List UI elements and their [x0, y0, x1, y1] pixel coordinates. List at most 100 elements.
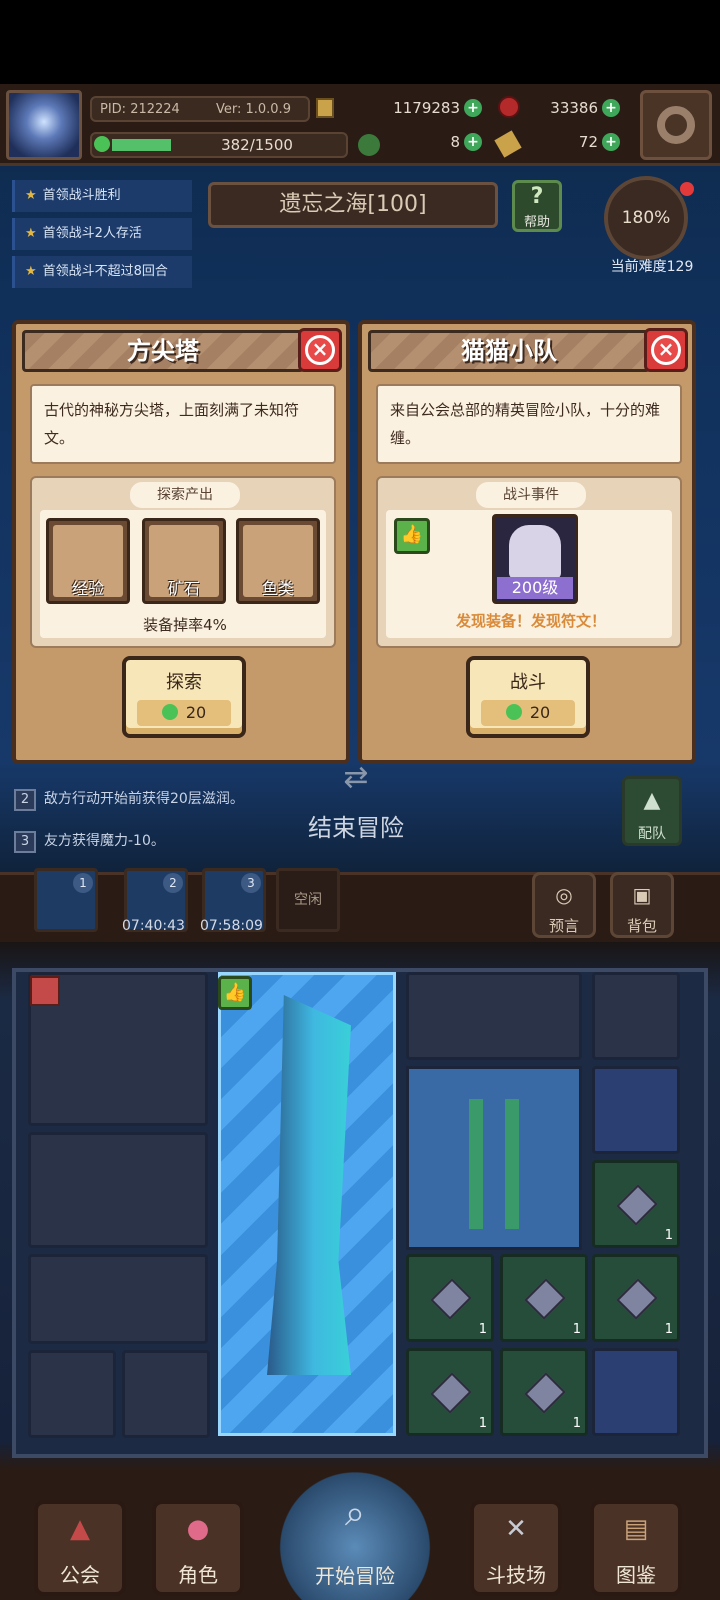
gem-amount: 33386 [550, 99, 598, 117]
battle-marker-icon [30, 976, 60, 1006]
ore-tile[interactable]: 1 [500, 1348, 588, 1436]
task-label: 首领战斗胜利 [42, 188, 121, 203]
team-button[interactable]: ▲ 配队 [622, 776, 682, 846]
ore-tile[interactable]: 1 [406, 1348, 494, 1436]
thumbs-up-icon: 👍 [218, 976, 252, 1010]
ore-tile[interactable]: 1 [406, 1254, 494, 1342]
nav-label: 公会 [60, 1563, 100, 1587]
character-icon: ● [186, 1514, 210, 1544]
tile-count: 1 [478, 1416, 487, 1431]
slot-number: 2 [163, 873, 183, 893]
explore-label: 探索 [166, 672, 202, 693]
nav-guild[interactable]: ▲ 公会 [34, 1500, 126, 1596]
explore-button[interactable]: 探索 20 [122, 656, 246, 738]
task-item[interactable]: ★ 首领战斗胜利 [12, 180, 192, 212]
coral-tile[interactable] [406, 1066, 582, 1250]
task-label: 首领战斗不超过8回合 [42, 264, 168, 279]
obelisk-icon [267, 995, 351, 1375]
event-panel-cat-squad: 猫猫小队 × 来自公会总部的精英冒险小队，十分的难缠。 战斗事件 👍 200级 … [358, 320, 696, 764]
tile-count: 1 [664, 1228, 673, 1243]
end-adventure-button[interactable]: ⇄ 结束冒险 [300, 760, 412, 850]
gold-amount: 1179283 [393, 99, 460, 117]
prophecy-button[interactable]: ◎ 预言 [532, 872, 596, 938]
cost-value: 20 [185, 703, 207, 722]
fogged-tile[interactable] [406, 972, 582, 1060]
fogged-tile[interactable] [28, 1350, 116, 1438]
ore-tile[interactable]: 1 [592, 1254, 680, 1342]
version-text: Ver: 1.0.0.9 [215, 102, 291, 117]
fogged-tile[interactable] [122, 1350, 210, 1438]
output-item-fish[interactable]: 鱼类 [236, 518, 320, 604]
pid-text: PID: 212224 [100, 102, 180, 117]
nav-codex[interactable]: ▤ 图鉴 [590, 1500, 682, 1596]
gem-icon [161, 704, 178, 720]
explore-cost: 20 [137, 700, 231, 726]
nav-label: 角色 [178, 1563, 218, 1587]
bag-label: 背包 [626, 917, 657, 935]
section-title: 战斗事件 [476, 482, 586, 508]
obelisk-tile[interactable] [218, 972, 396, 1436]
pid-version-pill: PID: 212224 Ver: 1.0.0.9 [90, 96, 310, 122]
flower-tile[interactable] [592, 1066, 680, 1154]
item-label: 鱼类 [261, 579, 294, 598]
nav-arena[interactable]: ✕ 斗技场 [470, 1500, 562, 1596]
tile-count: 1 [664, 1322, 673, 1337]
nav-label: 开始冒险 [315, 1564, 395, 1588]
ore-tile[interactable]: 1 [592, 1160, 680, 1248]
add-clover-icon[interactable]: + [464, 133, 482, 151]
clover-icon [358, 134, 380, 156]
ore-tile[interactable]: 1 [500, 1254, 588, 1342]
task-item[interactable]: ★ 首领战斗不超过8回合 [12, 256, 192, 288]
close-icon: × [305, 335, 335, 365]
battle-label: 战斗 [510, 672, 546, 693]
crystal-icon [524, 1372, 566, 1414]
item-label: 经验 [71, 579, 104, 598]
fogged-tile[interactable] [28, 1132, 208, 1248]
rule-number: 3 [14, 831, 36, 853]
expedition-slot[interactable]: 1 [34, 868, 98, 932]
gear-icon [657, 106, 695, 144]
idle-slot[interactable]: 空闲 [276, 868, 340, 932]
help-button[interactable]: ? 帮助 [512, 180, 562, 232]
star-icon: ★ [25, 188, 37, 203]
difficulty-label: 当前难度129 [610, 259, 694, 275]
creature-tile[interactable] [592, 1348, 680, 1436]
difficulty-percent: 180% [621, 208, 671, 228]
tile-count: 1 [572, 1416, 581, 1431]
fogged-tile[interactable] [28, 1254, 208, 1344]
crystal-icon [616, 1278, 658, 1320]
slot-timer: 07:58:09 [200, 918, 263, 934]
task-item[interactable]: ★ 首领战斗2人存活 [12, 218, 192, 250]
battle-button[interactable]: 战斗 20 [466, 656, 590, 738]
settings-button[interactable] [640, 90, 712, 160]
slot-number: 3 [241, 873, 261, 893]
system-status-area [0, 0, 720, 84]
close-button[interactable]: × [644, 328, 688, 372]
output-item-exp[interactable]: 经验 [46, 518, 130, 604]
player-avatar[interactable] [6, 90, 82, 160]
fogged-tile[interactable] [592, 972, 680, 1060]
nav-character[interactable]: ● 角色 [152, 1500, 244, 1596]
panel-title: 方尖塔 [22, 330, 304, 372]
difficulty-dial[interactable]: 180% [604, 176, 688, 260]
close-icon: × [651, 335, 681, 365]
panel-title: 猫猫小队 [368, 330, 650, 372]
enemy-card[interactable]: 200级 [492, 514, 578, 604]
output-item-ore[interactable]: 矿石 [142, 518, 226, 604]
nav-start-adventure[interactable]: ⌕ 开始冒险 [260, 1468, 450, 1600]
close-button[interactable]: × [298, 328, 342, 372]
question-icon: ? [530, 184, 544, 209]
slot-timer: 07:40:43 [122, 918, 185, 934]
event-panel-obelisk: 方尖塔 × 古代的神秘方尖塔，上面刻满了未知符文。 探索产出 经验 矿石 鱼类 … [12, 320, 350, 764]
slot-number: 1 [73, 873, 93, 893]
panel-description: 来自公会总部的精英冒险小队，十分的难缠。 [376, 384, 682, 464]
crystal-icon [524, 1278, 566, 1320]
add-gem-icon[interactable]: + [602, 99, 620, 117]
bag-button[interactable]: ▣ 背包 [610, 872, 674, 938]
add-gold-icon[interactable]: + [464, 99, 482, 117]
add-key-icon[interactable]: + [602, 133, 620, 151]
backpack-icon: ▣ [632, 883, 652, 907]
item-label: 矿石 [167, 579, 200, 598]
xp-gem-icon [94, 136, 110, 152]
alert-dot-icon [680, 182, 694, 196]
